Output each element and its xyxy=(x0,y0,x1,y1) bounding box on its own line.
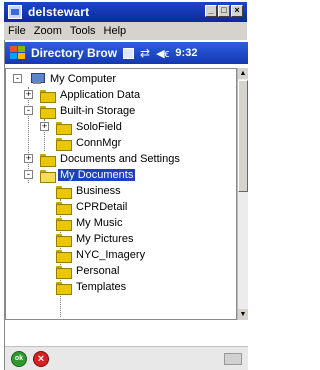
close-window-button[interactable]: × xyxy=(231,5,243,17)
tree-node[interactable]: My Pictures xyxy=(56,231,135,247)
menu-file[interactable]: File xyxy=(4,25,30,37)
device-title: Directory Brow xyxy=(31,46,118,60)
tree-node[interactable]: - Built-in Storage xyxy=(24,103,137,119)
tree-node[interactable]: CPRDetail xyxy=(56,199,129,215)
vertical-scrollbar[interactable]: ▲ ▼ xyxy=(237,68,248,320)
tree-node[interactable]: Templates xyxy=(56,279,128,295)
tree-node-label: Business xyxy=(76,185,121,197)
tree-node-label: My Pictures xyxy=(76,233,134,245)
folder-icon xyxy=(56,185,72,199)
expand-toggle[interactable]: + xyxy=(40,122,49,131)
emulator-window: delstewart _ □ × File Zoom Tools Help Di… xyxy=(0,0,248,370)
folder-icon xyxy=(40,105,56,119)
tree-node[interactable]: My Music xyxy=(56,215,124,231)
folder-icon xyxy=(56,265,72,279)
start-menu-icon[interactable] xyxy=(9,45,27,61)
tree-node[interactable]: NYC_Imagery xyxy=(56,247,147,263)
open-folder-icon xyxy=(40,169,56,183)
tree-node-label: NYC_Imagery xyxy=(76,249,146,261)
tree-node[interactable]: ConnMgr xyxy=(40,135,123,151)
folder-icon xyxy=(56,233,72,247)
tree-node-label: Application Data xyxy=(60,89,141,101)
minimize-button[interactable]: _ xyxy=(205,5,217,17)
computer-icon xyxy=(30,73,45,85)
expand-toggle[interactable]: + xyxy=(24,154,33,163)
folder-icon xyxy=(56,137,72,151)
tree-node[interactable]: Business xyxy=(56,183,123,199)
tree-node[interactable]: + SoloField xyxy=(40,119,124,135)
tree-node-label: Built-in Storage xyxy=(60,105,136,117)
folder-icon xyxy=(56,281,72,295)
status-icons: ⇄ ◀ϵ 9:32 xyxy=(123,46,197,60)
tree-node-label: ConnMgr xyxy=(76,137,122,149)
tree-node[interactable]: + Application Data xyxy=(24,87,142,103)
folder-icon xyxy=(56,249,72,263)
tree-node-label: My Music xyxy=(76,217,123,229)
directory-tree[interactable]: - My Computer + Application Data - Built… xyxy=(5,68,237,320)
folder-icon xyxy=(40,89,56,103)
bottom-bar: ok × xyxy=(5,346,248,370)
folder-icon xyxy=(56,121,72,135)
sync-icon[interactable]: ⇄ xyxy=(140,46,150,60)
collapse-toggle[interactable]: - xyxy=(13,74,22,83)
window-title: delstewart xyxy=(28,5,90,19)
tree-node[interactable]: + Documents and Settings xyxy=(24,151,182,167)
device-title-bar: Directory Brow ⇄ ◀ϵ 9:32 xyxy=(5,42,248,64)
tree-node-label: My Documents xyxy=(58,169,136,181)
tree-node-label: My Computer xyxy=(50,73,117,85)
keyboard-icon[interactable] xyxy=(224,352,242,365)
tree-node-label: Documents and Settings xyxy=(60,153,180,165)
scroll-down-icon[interactable]: ▼ xyxy=(238,309,248,320)
close-button[interactable]: × xyxy=(33,350,49,367)
collapse-toggle[interactable]: - xyxy=(24,106,33,115)
folder-icon xyxy=(56,217,72,231)
menu-zoom[interactable]: Zoom xyxy=(30,25,66,37)
tree-node[interactable]: Personal xyxy=(56,263,121,279)
clock[interactable]: 9:32 xyxy=(175,47,197,59)
app-icon xyxy=(8,5,22,19)
ok-button[interactable]: ok xyxy=(11,350,27,367)
tree-node-label: CPRDetail xyxy=(76,201,128,213)
collapse-toggle[interactable]: - xyxy=(24,170,33,179)
menu-help[interactable]: Help xyxy=(100,25,131,37)
folder-icon xyxy=(40,153,56,167)
device-icon[interactable] xyxy=(123,47,135,59)
tree-node-selected[interactable]: - My Documents xyxy=(24,167,136,183)
menu-bar: File Zoom Tools Help xyxy=(4,22,247,40)
tree-node[interactable]: - My Computer xyxy=(13,71,118,87)
menu-tools[interactable]: Tools xyxy=(66,25,100,37)
folder-icon xyxy=(56,201,72,215)
tree-node-label: Templates xyxy=(76,281,127,293)
device-screen: Directory Brow ⇄ ◀ϵ 9:32 - My Computer + xyxy=(4,40,248,370)
speaker-icon[interactable]: ◀ϵ xyxy=(156,47,169,60)
expand-toggle[interactable]: + xyxy=(24,90,33,99)
tree-node-label: SoloField xyxy=(76,121,122,133)
scroll-thumb[interactable] xyxy=(238,80,248,192)
maximize-button[interactable]: □ xyxy=(218,5,230,17)
tree-node-label: Personal xyxy=(76,265,120,277)
window-controls: _ □ × xyxy=(205,5,243,17)
scroll-up-icon[interactable]: ▲ xyxy=(238,68,248,79)
window-title-bar[interactable]: delstewart _ □ × xyxy=(4,2,247,22)
